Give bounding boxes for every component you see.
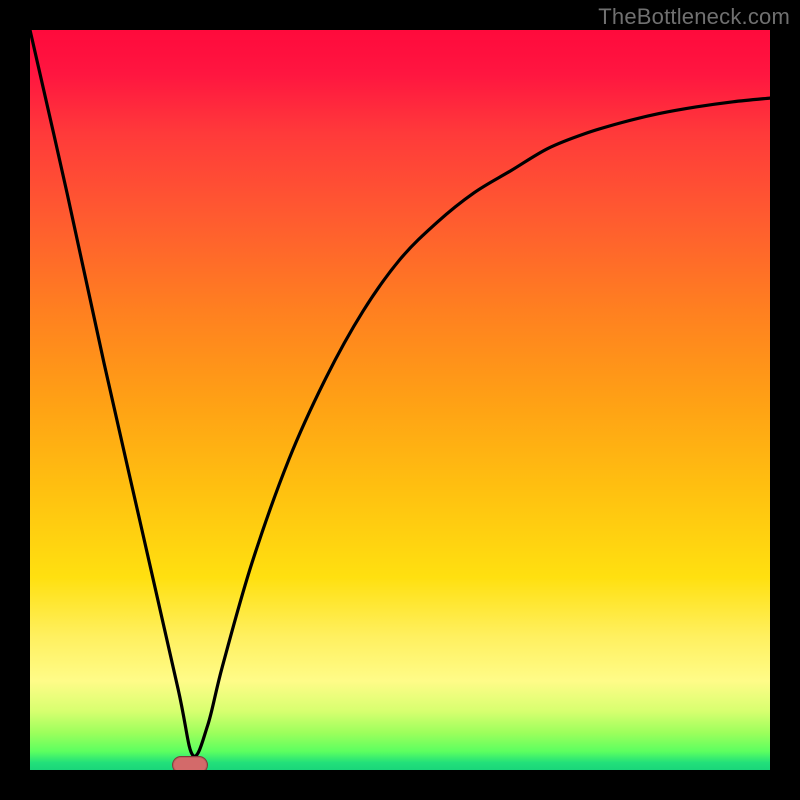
watermark-text: TheBottleneck.com (598, 4, 790, 30)
optimal-marker (172, 756, 208, 770)
bottleneck-curve (30, 30, 770, 770)
plot-area (30, 30, 770, 770)
curve-path (30, 30, 770, 756)
chart-frame: TheBottleneck.com (0, 0, 800, 800)
